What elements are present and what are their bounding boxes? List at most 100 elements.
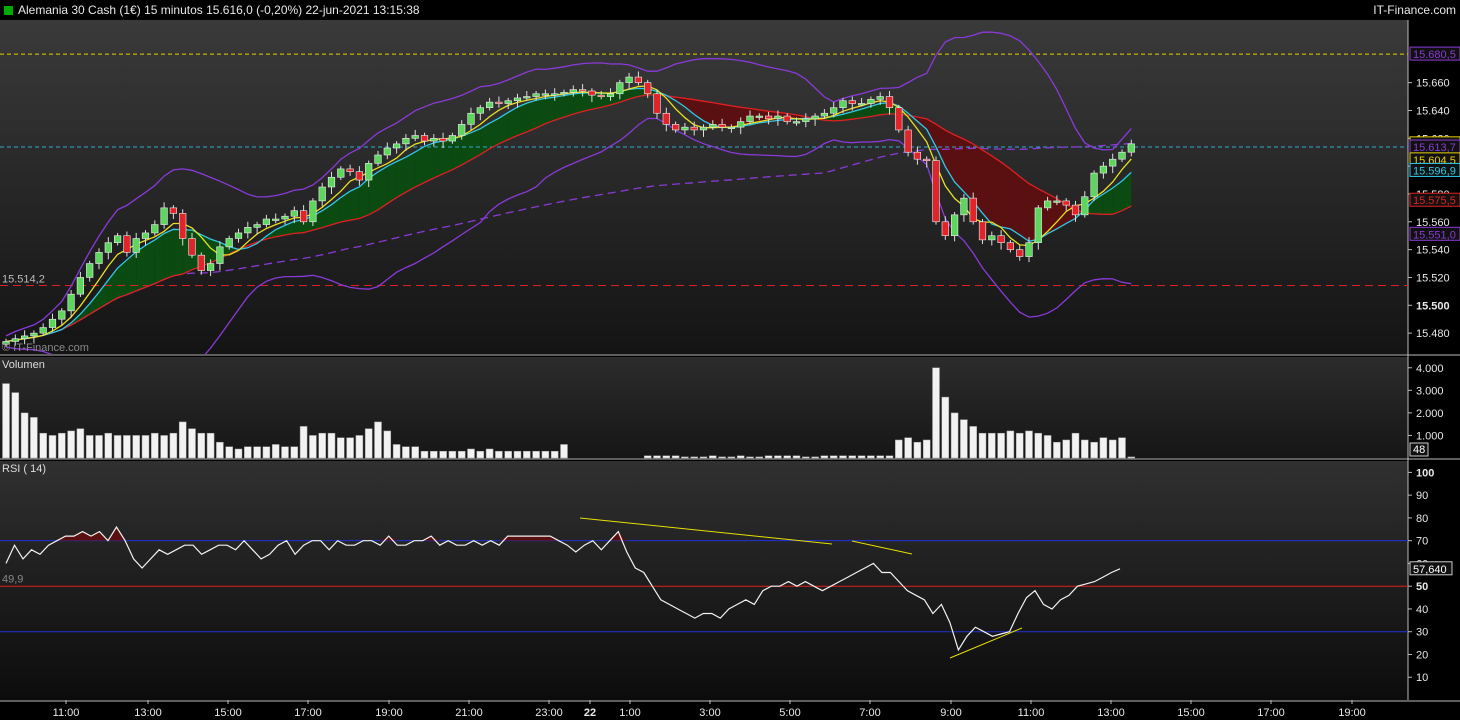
candle (978, 221, 987, 241)
rsi-tick-label: 80 (1416, 513, 1428, 525)
volume-bar (792, 455, 801, 459)
candle (225, 238, 233, 248)
candle (988, 235, 996, 241)
volume-bar (867, 455, 875, 459)
volume-tick-label: 1.000 (1416, 430, 1444, 442)
volume-bar (123, 435, 131, 459)
volume-bar (932, 367, 940, 459)
candle (513, 97, 522, 102)
volume-bar (309, 435, 317, 459)
ma-cloud-segment (517, 103, 527, 136)
candle (969, 197, 977, 223)
watermark: © IT-Finance.com (2, 342, 89, 354)
volume-bar (746, 456, 754, 459)
candle (932, 160, 940, 223)
volume-bar (178, 421, 187, 459)
candle (960, 197, 968, 216)
volume-title: Volumen (2, 359, 45, 371)
candle (997, 235, 1005, 243)
candle (569, 89, 577, 93)
candle (1044, 200, 1052, 209)
price-badge-text: 15.575,5 (1413, 195, 1456, 207)
price-tick-label: 15.520 (1416, 272, 1450, 284)
candle (588, 90, 596, 96)
volume-bar (532, 450, 540, 459)
candle (616, 82, 624, 95)
volume-bar (169, 432, 178, 459)
candle (895, 107, 903, 131)
volume-bar (857, 455, 866, 459)
volume-bar (820, 455, 829, 459)
volume-bar (95, 435, 103, 459)
candle (690, 126, 698, 131)
volume-bar (262, 446, 271, 459)
volume-tick-label: 4.000 (1416, 363, 1444, 375)
time-tick-label: 15:00 (214, 707, 242, 719)
candle (467, 112, 475, 125)
candle (671, 124, 680, 131)
candle (857, 103, 866, 106)
volume-bar (755, 456, 764, 459)
volume-bar (876, 455, 884, 459)
volume-bar (48, 435, 57, 459)
volume-bar (699, 456, 708, 459)
ma-cloud-segment (526, 100, 537, 132)
candle (439, 137, 447, 142)
volume-bar (1127, 456, 1136, 459)
time-tick-label: 5:00 (779, 707, 800, 719)
candle (727, 126, 735, 129)
volume-bar (281, 446, 289, 459)
candle (402, 137, 410, 145)
candle (281, 215, 289, 220)
volume-bar (30, 417, 38, 459)
candle (606, 93, 615, 97)
rsi-tick-label: 90 (1416, 490, 1428, 502)
candle (1053, 200, 1061, 203)
candle (867, 99, 875, 104)
volume-bar (216, 441, 224, 459)
volume-bar (1099, 437, 1108, 459)
volume-badge-text: 48 (1413, 444, 1425, 456)
volume-bar (337, 437, 345, 459)
candle (1109, 158, 1117, 167)
time-tick-label: 11:00 (1018, 707, 1045, 719)
candle (1016, 249, 1024, 257)
volume-bar (58, 432, 66, 459)
volume-bar (988, 432, 996, 459)
candle (1081, 196, 1089, 216)
candle (448, 135, 457, 142)
candle (560, 92, 568, 95)
volume-bar (513, 450, 522, 459)
volume-bar (829, 455, 838, 459)
chart-canvas[interactable]: 15.66015.64015.62015.60015.58015.56015.5… (0, 0, 1460, 720)
candle (290, 210, 298, 217)
candle (541, 93, 549, 96)
candle (337, 168, 345, 178)
candle (551, 93, 559, 96)
candle (169, 207, 178, 214)
candle (262, 218, 271, 225)
time-tick-label: 9:00 (940, 707, 961, 719)
rsi-overbought-fill (524, 536, 534, 541)
price-tick-label: 15.660 (1416, 78, 1450, 90)
candle (634, 76, 642, 83)
candle (848, 100, 856, 104)
volume-bar (560, 444, 568, 459)
volume-bar (355, 435, 364, 459)
candle (839, 100, 847, 108)
volume-bar (67, 430, 75, 459)
candle (327, 176, 336, 188)
candle (104, 242, 112, 253)
candle (485, 101, 494, 108)
ma-cloud-segment (1047, 193, 1057, 234)
volume-bar (448, 450, 457, 459)
volume-bar (941, 396, 950, 459)
volume-bar (1015, 432, 1024, 459)
ma-cloud-segment (536, 98, 546, 128)
candle (272, 218, 280, 221)
candle (802, 118, 810, 122)
volume-bar (476, 450, 485, 459)
volume-bar (718, 456, 726, 459)
ma-cloud-segment (164, 229, 174, 280)
candle (774, 115, 782, 120)
